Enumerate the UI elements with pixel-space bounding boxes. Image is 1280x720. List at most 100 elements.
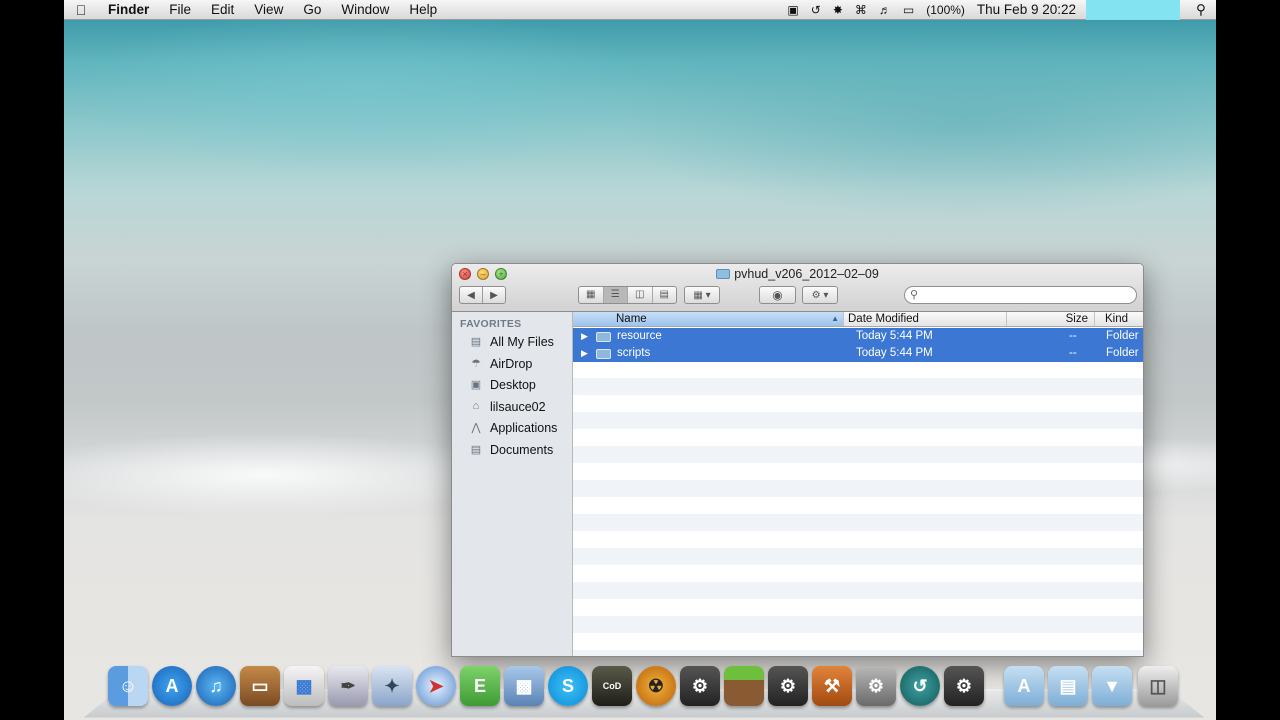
trash-icon[interactable]: ◫ xyxy=(1138,666,1178,706)
evernote-icon[interactable]: E xyxy=(460,666,500,706)
column-view-button[interactable]: ◫ xyxy=(628,287,653,303)
column-size[interactable]: Size xyxy=(1007,312,1095,326)
radioactive-icon[interactable]: ☢ xyxy=(636,666,676,706)
desktop-icon: ▣ xyxy=(470,379,482,391)
row-name: resource xyxy=(617,330,662,342)
disclosure-triangle-icon[interactable]: ▶ xyxy=(581,328,588,345)
search-icon: ⚲ xyxy=(910,289,919,301)
back-forward-buttons: ◀ ▶ xyxy=(459,286,506,304)
finder-icon[interactable]: ☺ xyxy=(108,666,148,706)
menu-clock[interactable]: Thu Feb 9 20:22 xyxy=(971,2,1082,17)
user-account-menu[interactable] xyxy=(1086,0,1180,20)
menu-view[interactable]: View xyxy=(244,2,293,17)
menu-go[interactable]: Go xyxy=(293,2,331,17)
cover-flow-button[interactable]: ▤ xyxy=(653,287,677,303)
iphoto-icon[interactable]: ▩ xyxy=(504,666,544,706)
system-preferences-icon[interactable]: ⚙ xyxy=(856,666,896,706)
arrange-button[interactable]: ▦ ▾ xyxy=(684,286,720,304)
sidebar-item-airdrop[interactable]: ☂ AirDrop xyxy=(468,354,532,374)
applications-stack-icon[interactable]: A xyxy=(1004,666,1044,706)
steam-icon-3[interactable]: ⚙ xyxy=(944,666,984,706)
column-header: Name ▲ Date Modified Size Kind xyxy=(573,312,1143,327)
menu-bar:  Finder File Edit View Go Window Help ▣… xyxy=(64,0,1216,20)
list-view-button[interactable]: ☰ xyxy=(603,287,628,303)
sidebar-item-label: Documents xyxy=(490,443,554,457)
quick-look-button[interactable]: ◉ xyxy=(759,286,796,304)
bluetooth-icon[interactable]: ✸ xyxy=(827,3,849,17)
sidebar: FAVORITES ▤ All My Files ☂ AirDrop ▣ Deskto… xyxy=(452,312,573,656)
sidebar-item-all-my-files[interactable]: ▤ All My Files xyxy=(468,332,554,352)
back-button[interactable]: ◀ xyxy=(460,290,482,301)
preview-icon[interactable]: ✦ xyxy=(372,666,412,706)
window-title: pvhud_v206_2012–02–09 xyxy=(452,267,1143,281)
sidebar-item-applications[interactable]: ⋀ Applications xyxy=(468,418,557,438)
folder-icon xyxy=(596,349,611,359)
action-gear-button[interactable]: ⚙ ▾ xyxy=(802,286,838,304)
menu-window[interactable]: Window xyxy=(331,2,399,17)
column-name[interactable]: Name ▲ xyxy=(573,312,844,326)
disclosure-triangle-icon[interactable]: ▶ xyxy=(581,345,588,362)
time-machine-icon[interactable]: ↺ xyxy=(900,666,940,706)
spotlight-search-icon[interactable]: ⚲ xyxy=(1186,2,1216,18)
dock: ☺ A ♫ ▭ ▩ ✒ ✦ ➤ E ▩ S CoD ☢ ⚙ ⚙ ⚒ ⚙ ↺ ⚙ … xyxy=(83,664,1205,720)
sidebar-item-label: Applications xyxy=(490,421,558,435)
pages-icon[interactable]: ✒ xyxy=(328,666,368,706)
right-letterbox xyxy=(1216,0,1280,720)
itunes-icon[interactable]: ♫ xyxy=(196,666,236,706)
menu-app-finder[interactable]: Finder xyxy=(98,2,159,17)
airdrop-icon: ☂ xyxy=(471,358,481,370)
documents-stack-icon[interactable]: ▤ xyxy=(1048,666,1088,706)
column-date-modified[interactable]: Date Modified xyxy=(844,312,1007,326)
downloads-stack-icon[interactable]: ▼ xyxy=(1092,666,1132,706)
window-title-text: pvhud_v206_2012–02–09 xyxy=(734,267,879,281)
row-size: -- xyxy=(1069,347,1077,359)
sort-ascending-icon: ▲ xyxy=(831,314,839,323)
battery-icon[interactable]: ▭ xyxy=(897,3,920,17)
keynote-icon[interactable]: ▭ xyxy=(240,666,280,706)
skype-icon[interactable]: S xyxy=(548,666,588,706)
sidebar-item-home[interactable]: ⌂ lilsauce02 xyxy=(468,397,546,417)
apple-menu-icon[interactable]:  xyxy=(64,2,98,18)
home-icon: ⌂ xyxy=(472,400,480,412)
screen-record-icon[interactable]: ▣ xyxy=(781,3,804,17)
safari-icon[interactable]: ➤ xyxy=(416,666,456,706)
table-row[interactable]: ▶ scripts Today 5:44 PM -- Folder xyxy=(573,345,1143,362)
view-mode-buttons: ▦ ☰ ◫ ▤ xyxy=(578,286,677,304)
sidebar-item-label: lilsauce02 xyxy=(490,400,546,414)
window-toolbar: × – + pvhud_v206_2012–02–09 ◀ ▶ ▦ ☰ ◫ ▤ … xyxy=(452,264,1143,312)
menu-file[interactable]: File xyxy=(159,2,201,17)
folder-icon xyxy=(716,269,731,279)
minecraft-icon[interactable] xyxy=(724,666,764,706)
column-kind[interactable]: Kind xyxy=(1095,312,1143,326)
documents-icon: ▤ xyxy=(470,444,482,456)
volume-icon[interactable]: ♬ xyxy=(873,3,897,17)
wifi-icon[interactable]: ⌘ xyxy=(849,3,873,17)
sidebar-item-label: All My Files xyxy=(490,335,554,349)
sidebar-item-documents[interactable]: ▤ Documents xyxy=(468,440,553,460)
numbers-icon[interactable]: ▩ xyxy=(284,666,324,706)
row-date: Today 5:44 PM xyxy=(856,347,933,359)
folder-icon xyxy=(596,332,611,342)
menu-edit[interactable]: Edit xyxy=(201,2,244,17)
row-date: Today 5:44 PM xyxy=(856,330,933,342)
menu-help[interactable]: Help xyxy=(399,2,447,17)
finder-window: × – + pvhud_v206_2012–02–09 ◀ ▶ ▦ ☰ ◫ ▤ … xyxy=(451,263,1144,657)
table-row[interactable]: ▶ resource Today 5:44 PM -- Folder xyxy=(573,328,1143,345)
row-kind: Folder xyxy=(1106,330,1139,342)
search-field[interactable]: ⚲ xyxy=(904,286,1137,304)
file-list: Name ▲ Date Modified Size Kind ▶ resource… xyxy=(573,312,1143,656)
left-letterbox xyxy=(0,0,64,720)
game-icon[interactable]: ⚒ xyxy=(812,666,852,706)
forward-button[interactable]: ▶ xyxy=(483,290,505,301)
all-files-icon: ▤ xyxy=(470,336,482,348)
sidebar-item-desktop[interactable]: ▣ Desktop xyxy=(468,375,536,395)
icon-view-button[interactable]: ▦ xyxy=(579,287,604,303)
app-store-icon[interactable]: A xyxy=(152,666,192,706)
row-name: scripts xyxy=(617,347,651,359)
sidebar-header-favorites: FAVORITES xyxy=(460,318,522,330)
sidebar-item-label: Desktop xyxy=(490,378,536,392)
steam-icon[interactable]: ⚙ xyxy=(680,666,720,706)
time-machine-status-icon[interactable]: ↺ xyxy=(805,3,827,17)
steam-icon-2[interactable]: ⚙ xyxy=(768,666,808,706)
call-of-duty-icon[interactable]: CoD xyxy=(592,666,632,706)
